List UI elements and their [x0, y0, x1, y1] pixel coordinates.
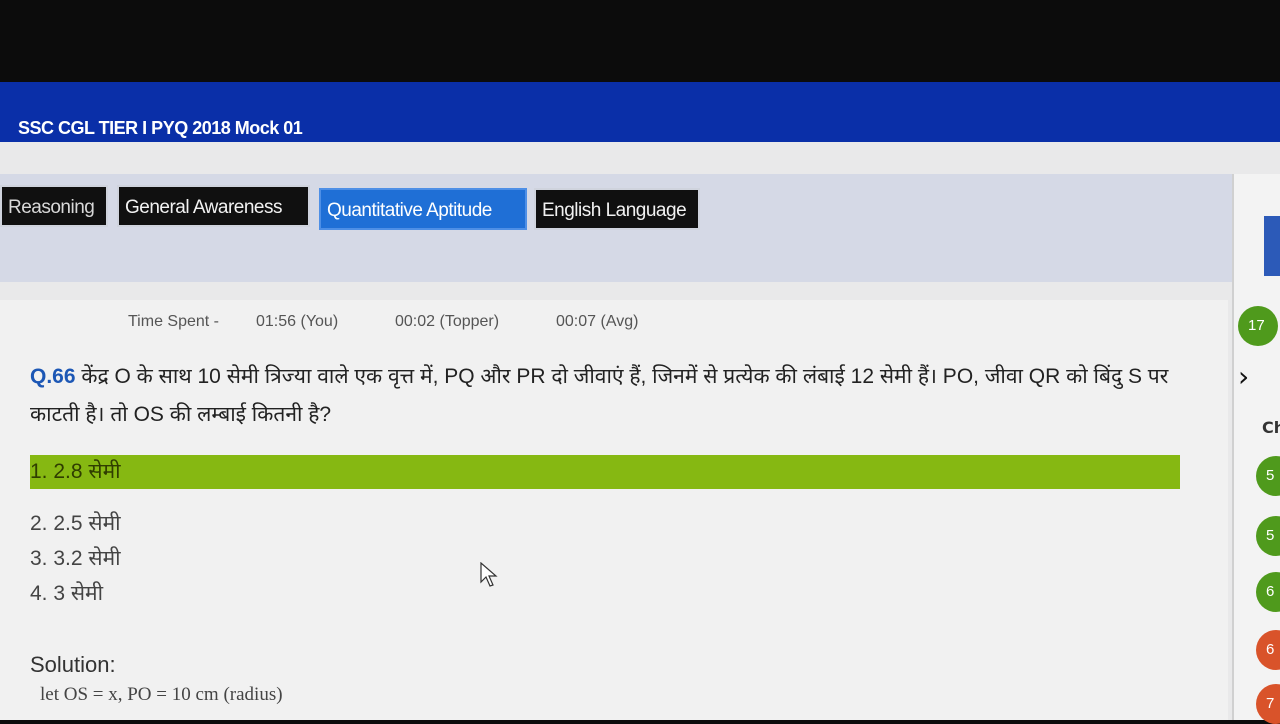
time-you: 01:56 (You) [256, 313, 339, 330]
option-4[interactable]: 4. 3 सेमी [30, 577, 1180, 611]
time-topper: 00:02 (Topper) [395, 313, 500, 330]
question-count-badge[interactable]: 17 [1238, 306, 1278, 346]
question-body: केंद्र O के साथ 10 सेमी त्रिज्या वाले एक… [30, 365, 1169, 426]
time-spent-label: Time Spent - [128, 313, 219, 330]
question-text: Q.66 केंद्र O के साथ 10 सेमी त्रिज्या वा… [30, 358, 1190, 434]
question-number: Q.66 [30, 365, 76, 388]
option-3[interactable]: 3. 3.2 सेमी [30, 542, 1180, 576]
tab-reasoning[interactable]: Reasoning [0, 185, 108, 227]
mouse-cursor-icon [480, 562, 498, 587]
option-1[interactable]: 1. 2.8 सेमी [30, 455, 1180, 489]
next-arrow-icon[interactable]: › [1238, 360, 1249, 393]
tab-quantitative-aptitude[interactable]: Quantitative Aptitude [319, 188, 527, 230]
solution-heading: Solution: [30, 652, 116, 677]
page-title: SSC CGL TIER I PYQ 2018 Mock 01 [18, 118, 303, 138]
solution-line: let OS = x, PO = 10 cm (radius) [40, 684, 283, 705]
tab-english-language[interactable]: English Language [534, 188, 700, 230]
tab-general-awareness[interactable]: General Awareness [117, 185, 310, 227]
palette-section-label: Ch [1262, 418, 1280, 437]
palette-icon[interactable] [1264, 216, 1280, 276]
option-2[interactable]: 2. 2.5 सेमी [30, 507, 1180, 541]
time-avg: 00:07 (Avg) [556, 313, 639, 330]
header-bar: SSC CGL TIER I PYQ 2018 Mock 01 [0, 82, 1280, 142]
